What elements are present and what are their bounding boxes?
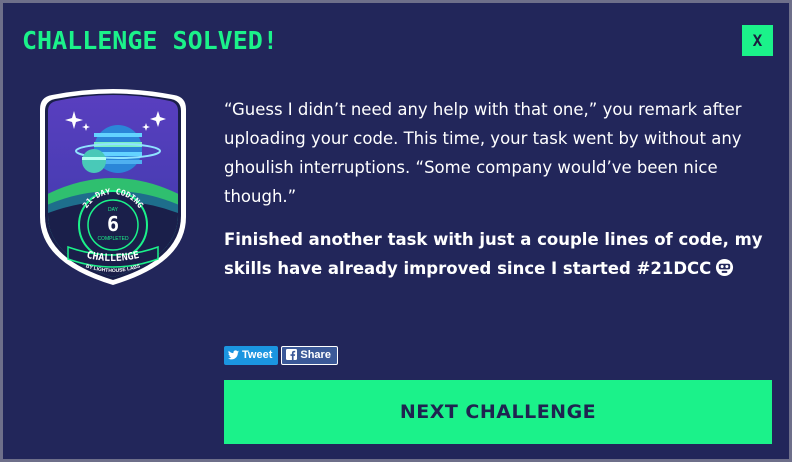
result-content: “Guess I didn’t need any help with that …: [224, 95, 772, 283]
share-message-text: Finished another task with just a couple…: [224, 230, 763, 278]
next-challenge-button[interactable]: NEXT CHALLENGE: [224, 380, 772, 444]
tweet-button[interactable]: Tweet: [224, 346, 279, 365]
story-text: “Guess I didn’t need any help with that …: [224, 100, 742, 206]
facebook-share-button[interactable]: Share: [281, 346, 338, 365]
facebook-icon: [286, 349, 298, 360]
tweet-button-label: Tweet: [242, 349, 273, 361]
share-buttons: Tweet Share: [224, 346, 338, 367]
challenge-solved-modal: CHALLENGE SOLVED! X 21-DAY CODING DAY 6 …: [3, 3, 789, 459]
challenge-badge: 21-DAY CODING DAY 6 COMPLETED CHALLENGE …: [38, 87, 188, 287]
badge-completed-label: COMPLETED: [97, 236, 129, 242]
robot-face-icon: [716, 258, 734, 277]
modal-title: CHALLENGE SOLVED!: [22, 26, 278, 55]
facebook-share-label: Share: [300, 349, 331, 361]
badge-day-number: 6: [107, 212, 119, 236]
close-button[interactable]: X: [742, 25, 773, 56]
twitter-bird-icon: [228, 350, 239, 360]
share-message: Finished another task with just a couple…: [224, 225, 772, 283]
